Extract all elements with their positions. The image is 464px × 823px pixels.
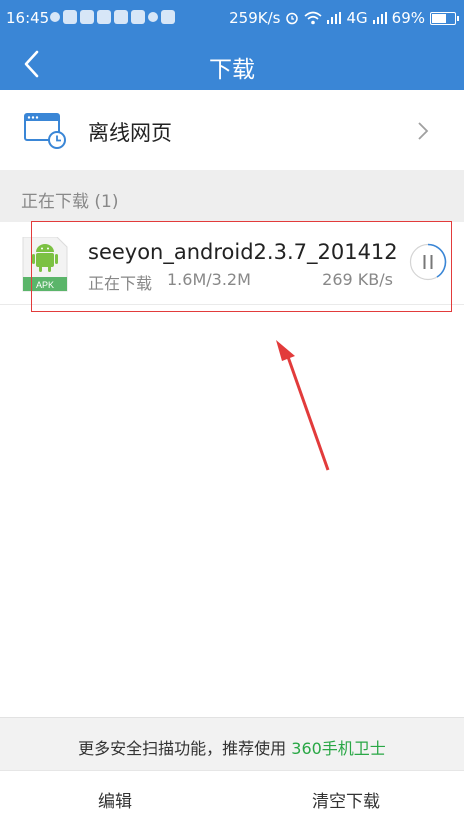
offline-pages-row[interactable]: 离线网页 [0, 90, 464, 170]
notification-icons [50, 10, 175, 24]
qr-icon [114, 10, 128, 24]
app-icon [161, 10, 175, 24]
network-type: 4G [346, 9, 368, 27]
app-icon [131, 10, 145, 24]
section-title: 正在下载 (1) [21, 192, 119, 212]
system-status: 259K/s 4G 69% [229, 9, 459, 27]
offline-pages-label: 离线网页 [88, 121, 172, 145]
upload-icon [148, 12, 158, 22]
status-bar: 16:45 259K/s 4G 69% [0, 0, 464, 38]
app-icon [63, 10, 77, 24]
promo-bar[interactable]: 更多安全扫描功能，推荐使用 360手机卫士 [0, 717, 464, 771]
offline-webpage-icon [24, 113, 66, 149]
wifi-icon [304, 11, 323, 25]
page-title: 下载 [209, 57, 255, 83]
promo-text-wrap: 更多安全扫描功能，推荐使用 360手机卫士 [0, 735, 464, 759]
battery-fill [432, 13, 446, 23]
chat-icon [50, 12, 60, 22]
app-header: 下载 [0, 38, 464, 90]
bottom-toolbar: 编辑 清空下载 [0, 770, 464, 823]
promo-text: 更多安全扫描功能，推荐使用 [78, 739, 292, 758]
browser-icon [80, 10, 94, 24]
app-icon [97, 10, 111, 24]
status-time: 16:45 [6, 9, 50, 27]
battery-percent: 69% [391, 9, 425, 27]
downloading-section-header: 正在下载 (1) [0, 170, 464, 222]
alarm-icon [286, 12, 299, 25]
highlight-box [31, 221, 452, 312]
signal-icon [327, 12, 342, 24]
promo-brand-link[interactable]: 360手机卫士 [291, 739, 386, 758]
net-speed: 259K/s [229, 9, 281, 27]
chevron-right-icon [418, 122, 429, 140]
battery-icon [430, 11, 459, 25]
signal-icon [372, 12, 387, 24]
edit-button[interactable]: 编辑 [98, 787, 132, 812]
clear-downloads-button[interactable]: 清空下载 [312, 787, 380, 812]
